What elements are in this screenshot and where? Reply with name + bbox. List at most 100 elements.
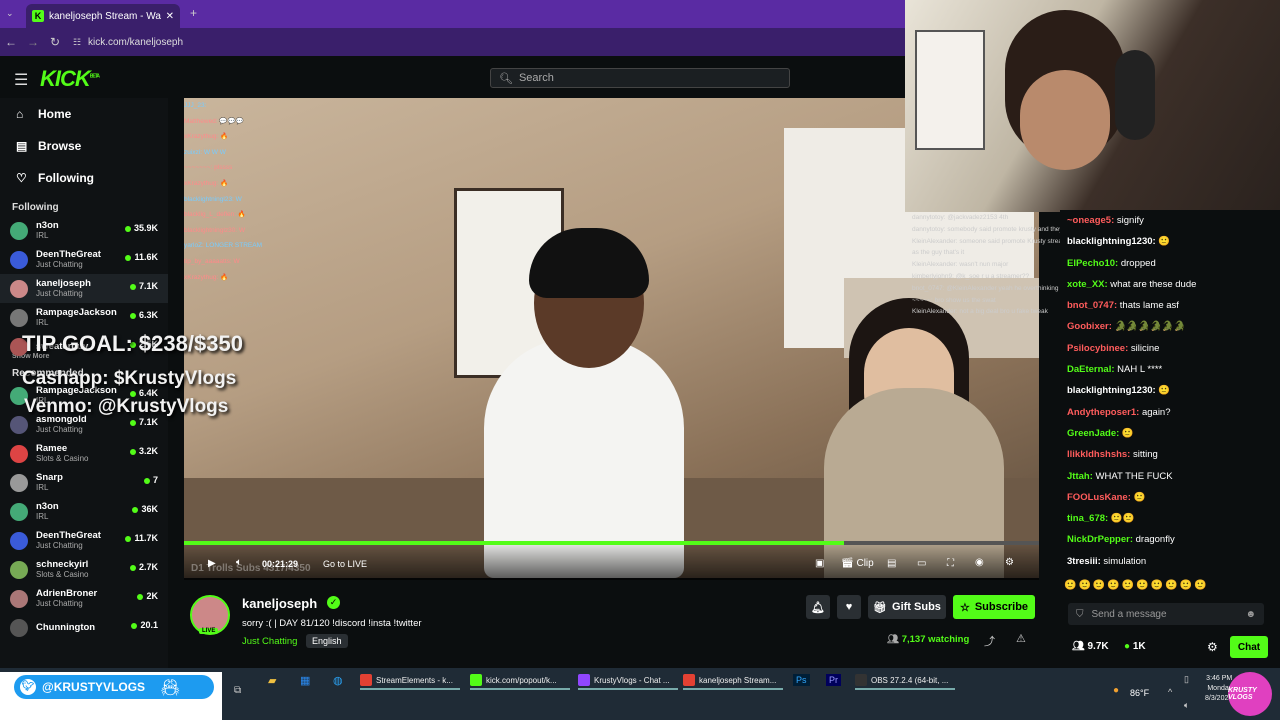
chat-message[interactable]: ElPecho10: dropped bbox=[1060, 253, 1280, 274]
chat-message[interactable]: xote_XX: what are these dude bbox=[1060, 274, 1280, 295]
follow-heart-button[interactable]: ♥ bbox=[837, 595, 861, 619]
subscribe-button[interactable]: ☆ Subscribe bbox=[953, 595, 1035, 619]
taskbar-app-label: StreamElements - k... bbox=[376, 675, 453, 685]
chat-message[interactable]: bnot_0747: thats lame asf bbox=[1060, 295, 1280, 316]
menu-icon[interactable]: ☰ bbox=[14, 70, 28, 90]
overlay-chat-line: xKrazythug: 🔥 bbox=[184, 179, 229, 187]
chat-message[interactable]: ~oneage5: signify bbox=[1060, 210, 1280, 231]
chat-message[interactable]: Goobixer: 🐊🐊🐊🐊🐊🐊 bbox=[1060, 316, 1280, 337]
new-tab-icon[interactable]: + bbox=[190, 6, 197, 20]
sidebar-channel[interactable]: AdrienBroner Just Chatting 2K bbox=[0, 584, 168, 613]
clip-button[interactable]: 🎬︎ Clip bbox=[841, 558, 874, 569]
sidebar-nav-following[interactable]: ♡ Following bbox=[0, 162, 168, 194]
site-info-icon[interactable]: ☷ bbox=[66, 37, 88, 48]
sidebar-channel[interactable]: Snarp IRL 7 bbox=[0, 468, 168, 497]
speaker-icon[interactable]: 🔈︎ bbox=[1184, 700, 1189, 711]
chat-text: 🙂 bbox=[1155, 385, 1171, 397]
chat-username[interactable]: tina_678: bbox=[1067, 513, 1108, 524]
chat-username[interactable]: Andytheposer1: bbox=[1067, 407, 1139, 418]
chat-username[interactable]: DaEternal: bbox=[1067, 364, 1115, 375]
photoshop-icon[interactable]: Ps bbox=[793, 674, 810, 686]
chat-settings-icon[interactable]: ⚙ bbox=[1207, 640, 1218, 654]
store-icon[interactable]: ▦ bbox=[300, 674, 310, 687]
sidebar-channel[interactable]: DeenTheGreat Just Chatting 11.6K bbox=[0, 245, 168, 274]
chat-username[interactable]: ~oneage5: bbox=[1067, 215, 1114, 226]
chat-message[interactable]: Andytheposer1: again? bbox=[1060, 402, 1280, 423]
settings-icon[interactable]: ⚙ bbox=[1005, 557, 1014, 568]
chat-username[interactable]: FOOLusKane: bbox=[1067, 492, 1131, 503]
browser-tab[interactable]: K kaneljoseph Stream - Watch Li... ✕ bbox=[26, 4, 180, 28]
kick-logo[interactable]: KICKBETA bbox=[40, 66, 100, 92]
chat-message[interactable]: DaEternal: NAH L **** bbox=[1060, 359, 1280, 380]
chat-message[interactable]: tina_678: 🙂🙂 bbox=[1060, 508, 1280, 529]
taskbar-app[interactable]: kick.com/popout/k... bbox=[470, 672, 570, 690]
gift-subs-button[interactable]: 🎁︎ Gift Subs bbox=[868, 595, 946, 619]
speed-icon[interactable]: ◉ bbox=[975, 557, 984, 568]
sidebar-channel[interactable]: n3on IRL 36K bbox=[0, 497, 168, 526]
taskbar-app[interactable]: OBS 27.2.4 (64-bit, ... bbox=[855, 672, 955, 690]
url-text[interactable]: kick.com/kaneljoseph bbox=[88, 37, 183, 48]
sidebar-channel[interactable]: Chunnington 20.1 bbox=[0, 613, 168, 642]
chat-message[interactable]: Psilocybinee: silicine bbox=[1060, 338, 1280, 359]
report-icon[interactable]: ⚠ bbox=[1016, 632, 1026, 645]
chat-username[interactable]: Goobixer: bbox=[1067, 321, 1112, 332]
chat-username[interactable]: xote_XX: bbox=[1067, 279, 1108, 290]
chat-message[interactable]: blacklightning1230: 🙂 bbox=[1060, 231, 1280, 252]
chat-message[interactable]: NickDrPepper: dragonfly bbox=[1060, 529, 1280, 550]
notification-bell-button[interactable]: 🔔︎ bbox=[806, 595, 830, 619]
chat-username[interactable]: blacklightning1230: bbox=[1067, 385, 1156, 396]
sidebar-channel[interactable]: RampageJackson IRL 6.3K bbox=[0, 303, 168, 332]
chat-username[interactable]: ElPecho10: bbox=[1067, 258, 1118, 269]
share-icon[interactable]: ⤴ bbox=[984, 633, 995, 649]
followers-value: 9.7K bbox=[1087, 641, 1109, 652]
sidebar-channel[interactable]: schneckyirl Slots & Casino 2.7K bbox=[0, 555, 168, 584]
miniplayer-icon[interactable]: ▭ bbox=[917, 558, 926, 569]
file-explorer-icon[interactable]: ▰ bbox=[268, 674, 276, 687]
taskbar-app[interactable]: kaneljoseph Stream... bbox=[683, 672, 783, 690]
edge-icon[interactable]: ◍ bbox=[333, 674, 343, 687]
premiere-icon[interactable]: Pr bbox=[826, 674, 841, 686]
browse-icon: ▤ bbox=[16, 139, 28, 153]
theater-icon[interactable]: ▣ bbox=[815, 558, 824, 569]
chat-username[interactable]: NickDrPepper: bbox=[1067, 534, 1133, 545]
sidebar-nav-browse[interactable]: ▤ Browse bbox=[0, 130, 168, 162]
chat-username[interactable]: blacklightning1230: bbox=[1067, 236, 1156, 247]
send-message-input[interactable]: ⛉ Send a message ☻ bbox=[1068, 603, 1264, 625]
taskbar-app[interactable]: StreamElements - k... bbox=[360, 672, 460, 690]
sidebar-nav-home[interactable]: ⌂ Home bbox=[0, 98, 168, 130]
chat-message[interactable]: 3tresiii: simulation bbox=[1060, 551, 1280, 572]
fullscreen-icon[interactable]: ⛶ bbox=[947, 558, 954, 569]
back-icon[interactable]: ← bbox=[0, 35, 22, 49]
chat-button[interactable]: Chat bbox=[1230, 636, 1268, 658]
chat-username[interactable]: Psilocybinee: bbox=[1067, 343, 1128, 354]
streamer-name[interactable]: kaneljoseph bbox=[242, 596, 317, 611]
taskbar-app[interactable]: KrustyVlogs - Chat ... bbox=[578, 672, 678, 690]
chat-username[interactable]: GreenJade: bbox=[1067, 428, 1119, 439]
chat-message[interactable]: FOOLusKane: 🙂 bbox=[1060, 487, 1280, 508]
language-tag[interactable]: English bbox=[306, 634, 348, 648]
chat-message[interactable]: llikkldhshshs: sitting bbox=[1060, 444, 1280, 465]
reload-icon[interactable]: ↻ bbox=[44, 35, 66, 49]
emote-bar[interactable]: 🙂🙂🙂🙂🙂🙂🙂🙂🙂🙂 bbox=[1064, 580, 1274, 594]
tab-close-icon[interactable]: ✕ bbox=[166, 11, 174, 22]
tray-chevron-icon[interactable]: ^ bbox=[1168, 687, 1172, 697]
category-link[interactable]: Just Chatting bbox=[242, 636, 297, 647]
sidebar-channel[interactable]: kaneljoseph Just Chatting 7.1K bbox=[0, 274, 168, 303]
task-view-icon[interactable]: ⧉ bbox=[234, 685, 241, 696]
chat-username[interactable]: llikkldhshshs: bbox=[1067, 449, 1130, 460]
chat-message[interactable]: blacklightning1230: 🙂 bbox=[1060, 380, 1280, 401]
captions-icon[interactable]: ▤ bbox=[887, 558, 896, 569]
chat-username[interactable]: Jttah: bbox=[1067, 471, 1093, 482]
sidebar-channel[interactable]: DeenTheGreat Just Chatting 11.7K bbox=[0, 526, 168, 555]
chat-username[interactable]: bnot_0747: bbox=[1067, 300, 1117, 311]
go-to-live-button[interactable]: Go to LIVE bbox=[323, 559, 367, 569]
search-input[interactable]: 🔍︎ Search bbox=[490, 68, 790, 88]
sidebar-channel[interactable]: n3on IRL 35.9K bbox=[0, 216, 168, 245]
chat-message[interactable]: Jttah: WHAT THE FUCK bbox=[1060, 466, 1280, 487]
sidebar-channel[interactable]: Ramee Slots & Casino 3.2K bbox=[0, 439, 168, 468]
emoji-icon[interactable]: ☻ bbox=[1245, 609, 1256, 620]
chat-message[interactable]: GreenJade: 🙂 bbox=[1060, 423, 1280, 444]
chat-username[interactable]: 3tresiii: bbox=[1067, 556, 1101, 567]
forward-icon[interactable]: → bbox=[22, 35, 44, 49]
tab-search-icon[interactable]: ⌄ bbox=[6, 8, 14, 19]
